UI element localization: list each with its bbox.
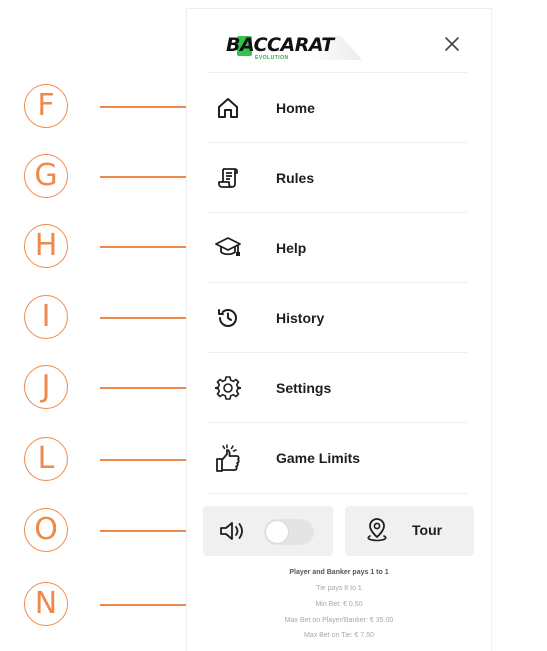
callout-o-letter: O: [34, 512, 58, 547]
max-bet-tie-text: Max Bet on Tie: € 7.50: [303, 632, 375, 639]
callout-o: O: [24, 508, 68, 552]
logo-subtext: EVOLUTION: [255, 55, 289, 61]
menu-item-label: Home: [276, 99, 315, 116]
max-bet-player-banker-text: Max Bet on Player/Banker: € 35.00: [284, 617, 394, 624]
callout-j-letter: J: [41, 369, 51, 404]
callout-j: J: [24, 365, 68, 409]
history-icon: [210, 300, 246, 336]
sound-toggle[interactable]: [264, 519, 314, 545]
baccarat-logo: BACCARAT EVOLUTION: [222, 34, 362, 64]
callout-n-letter: N: [34, 586, 58, 621]
callout-i: I: [24, 295, 68, 339]
home-icon: [210, 90, 246, 126]
callout-l-letter: L: [37, 441, 55, 476]
tie-payout-text: Tie pays 8 to 1: [316, 585, 362, 592]
menu-item-label: Rules: [276, 169, 315, 186]
menu-item-home[interactable]: Home: [208, 72, 468, 142]
menu-item-label: Settings: [276, 379, 332, 396]
logo-text: BACCARAT: [226, 34, 334, 56]
callout-i-letter: I: [41, 299, 51, 334]
scroll-icon: [210, 160, 246, 196]
menu-item-label: Help: [276, 239, 307, 256]
menu-item-label: Game Limits: [276, 450, 361, 466]
tour-label: Tour: [412, 522, 443, 538]
menu-item-settings[interactable]: Settings: [208, 352, 468, 422]
gear-icon: [210, 370, 246, 406]
speaker-icon[interactable]: [218, 519, 248, 543]
callout-l: L: [24, 437, 68, 481]
callout-g-letter: G: [34, 158, 58, 193]
close-button[interactable]: [440, 32, 464, 56]
graduation-cap-icon: [210, 230, 246, 266]
callout-f: F: [24, 84, 68, 128]
min-bet-text: Min Bet: € 0.50: [315, 601, 363, 608]
thumbs-up-icon: [210, 440, 246, 476]
payout-text: Player and Banker pays 1 to 1: [289, 569, 389, 576]
location-pin-icon: [365, 516, 389, 544]
callout-n: N: [24, 582, 68, 626]
menu-item-game-limits[interactable]: Game Limits: [208, 422, 468, 494]
menu-item-label: History: [276, 309, 325, 326]
callout-g: G: [24, 154, 68, 198]
callout-h-letter: H: [34, 228, 58, 263]
menu-item-rules[interactable]: Rules: [208, 142, 468, 212]
callout-h: H: [24, 224, 68, 268]
menu-item-history[interactable]: History: [208, 282, 468, 352]
callout-f-letter: F: [37, 88, 55, 123]
menu-item-help[interactable]: Help: [208, 212, 468, 282]
toggle-knob: [265, 520, 289, 544]
close-icon: [445, 37, 459, 51]
